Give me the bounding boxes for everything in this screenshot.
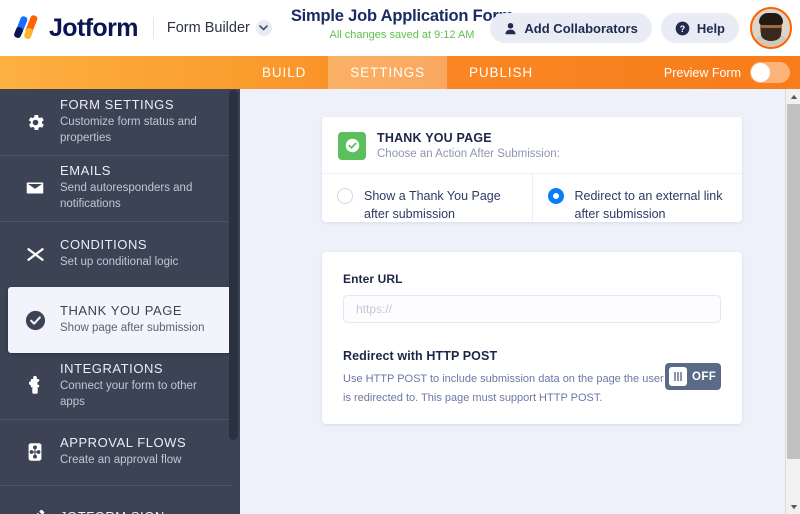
shuffle-icon: [20, 244, 50, 265]
sidebar-item-title: CONDITIONS: [60, 237, 148, 253]
sidebar-item-title: JOTFORM SIGN: [60, 509, 165, 514]
sidebar-item-thank-you-page[interactable]: THANK YOU PAGE Show page after submissio…: [8, 287, 232, 353]
radio-show-thank-you-page[interactable]: [337, 188, 353, 204]
panel-subtitle: Choose an Action After Submission:: [377, 148, 560, 160]
tab-build[interactable]: BUILD: [240, 56, 328, 89]
url-field-label: Enter URL: [343, 272, 403, 286]
sidebar-scrollbar[interactable]: [229, 90, 238, 440]
approval-flow-icon: [20, 441, 50, 463]
http-post-toggle[interactable]: OFF: [665, 363, 721, 390]
option-label: Redirect to an external link after submi…: [574, 189, 723, 222]
app-header: Jotform Form Builder Simple Job Applicat…: [0, 0, 800, 56]
http-post-section: Redirect with HTTP POST Use HTTP POST to…: [343, 349, 721, 409]
sidebar-item-subtitle: Create an approval flow: [60, 454, 182, 467]
add-collaborators-label: Add Collaborators: [524, 20, 638, 36]
thank-you-card-header: THANK YOU PAGE Choose an Action After Su…: [322, 117, 742, 160]
redirect-settings-card: Enter URL Redirect with HTTP POST Use HT…: [322, 252, 742, 424]
sidebar-item-jotform-sign[interactable]: JOTFORM SIGN: [0, 485, 240, 514]
preview-form-toggle-knob: [751, 63, 770, 82]
puzzle-icon: [20, 375, 50, 397]
page-scrollbar-thumb[interactable]: [787, 104, 800, 459]
logo-text: Jotform: [49, 13, 138, 42]
page-scrollbar[interactable]: [785, 89, 800, 514]
preview-form-toggle[interactable]: [750, 62, 790, 83]
product-menu-form-builder[interactable]: Form Builder: [167, 20, 272, 36]
sidebar-item-title: THANK YOU PAGE: [60, 303, 183, 319]
pen-icon: [20, 508, 50, 514]
form-title-block: Simple Job Application Form All changes …: [286, 7, 518, 41]
jotform-logo[interactable]: Jotform: [13, 13, 138, 43]
sidebar-item-subtitle: Send autoresponders and notifications: [60, 182, 193, 210]
http-post-title: Redirect with HTTP POST: [343, 349, 498, 363]
settings-main-panel: THANK YOU PAGE Choose an Action After Su…: [240, 89, 785, 514]
sidebar-item-emails[interactable]: EMAILS Send autoresponders and notificat…: [0, 155, 240, 221]
avatar[interactable]: [750, 7, 792, 49]
settings-sidebar: FORM SETTINGS Customize form status and …: [0, 89, 240, 514]
http-post-toggle-label: OFF: [692, 370, 717, 383]
add-collaborators-button[interactable]: Add Collaborators: [490, 13, 652, 43]
sidebar-item-subtitle: Show page after submission: [60, 322, 205, 335]
header-actions: Add Collaborators ? Help: [490, 0, 792, 56]
sidebar-item-subtitle: Customize form status and properties: [60, 116, 197, 144]
preview-form-control: Preview Form: [664, 56, 800, 89]
radio-redirect-external-link[interactable]: [547, 188, 564, 204]
preview-form-label: Preview Form: [663, 65, 741, 80]
option-label: Show a Thank You Page after submission: [364, 189, 501, 222]
option-redirect-external-link[interactable]: Redirect to an external link after submi…: [531, 174, 743, 222]
option-show-thank-you-page[interactable]: Show a Thank You Page after submission: [322, 174, 532, 222]
header-divider: [152, 17, 154, 39]
green-check-icon: [338, 131, 366, 160]
main-nav-bar: BUILD SETTINGS PUBLISH Preview Form: [0, 56, 800, 89]
person-icon: [504, 22, 517, 35]
sidebar-item-subtitle: Connect your form to other apps: [60, 380, 197, 408]
help-button[interactable]: ? Help: [660, 13, 739, 43]
sidebar-item-title: INTEGRATIONS: [60, 361, 164, 377]
sidebar-item-integrations[interactable]: INTEGRATIONS Connect your form to other …: [0, 353, 240, 419]
page-title[interactable]: Simple Job Application Form: [286, 7, 518, 26]
toggle-knob-icon: [669, 367, 687, 386]
sidebar-item-title: FORM SETTINGS: [60, 97, 175, 113]
tab-publish[interactable]: PUBLISH: [447, 56, 555, 89]
tab-settings[interactable]: SETTINGS: [328, 56, 447, 89]
nav-tabs: BUILD SETTINGS PUBLISH: [240, 56, 555, 89]
jotform-logo-icon: [13, 14, 42, 42]
gear-icon: [20, 112, 50, 133]
url-input[interactable]: [343, 295, 721, 323]
action-options: Show a Thank You Page after submission R…: [322, 173, 742, 222]
sidebar-item-subtitle: Set up conditional logic: [60, 256, 179, 269]
check-circle-icon: [20, 309, 50, 332]
sidebar-item-conditions[interactable]: CONDITIONS Set up conditional logic: [0, 221, 240, 287]
question-mark-icon: ?: [675, 21, 690, 36]
caret-up-icon[interactable]: [786, 89, 800, 104]
caret-down-icon[interactable]: [786, 499, 800, 514]
http-post-description: Use HTTP POST to include submission data…: [343, 373, 664, 405]
chevron-down-icon[interactable]: [255, 20, 272, 36]
sidebar-item-title: EMAILS: [60, 163, 111, 179]
envelope-icon: [20, 177, 50, 199]
panel-title: THANK YOU PAGE: [377, 131, 492, 145]
help-label: Help: [696, 20, 725, 36]
sidebar-item-title: APPROVAL FLOWS: [60, 435, 187, 451]
product-menu-label: Form Builder: [166, 20, 250, 36]
thank-you-action-card: THANK YOU PAGE Choose an Action After Su…: [322, 117, 742, 222]
sidebar-item-form-settings[interactable]: FORM SETTINGS Customize form status and …: [0, 89, 240, 155]
save-status: All changes saved at 9:12 AM: [329, 29, 475, 41]
svg-text:?: ?: [680, 23, 685, 33]
sidebar-item-approval-flows[interactable]: APPROVAL FLOWS Create an approval flow: [0, 419, 240, 485]
